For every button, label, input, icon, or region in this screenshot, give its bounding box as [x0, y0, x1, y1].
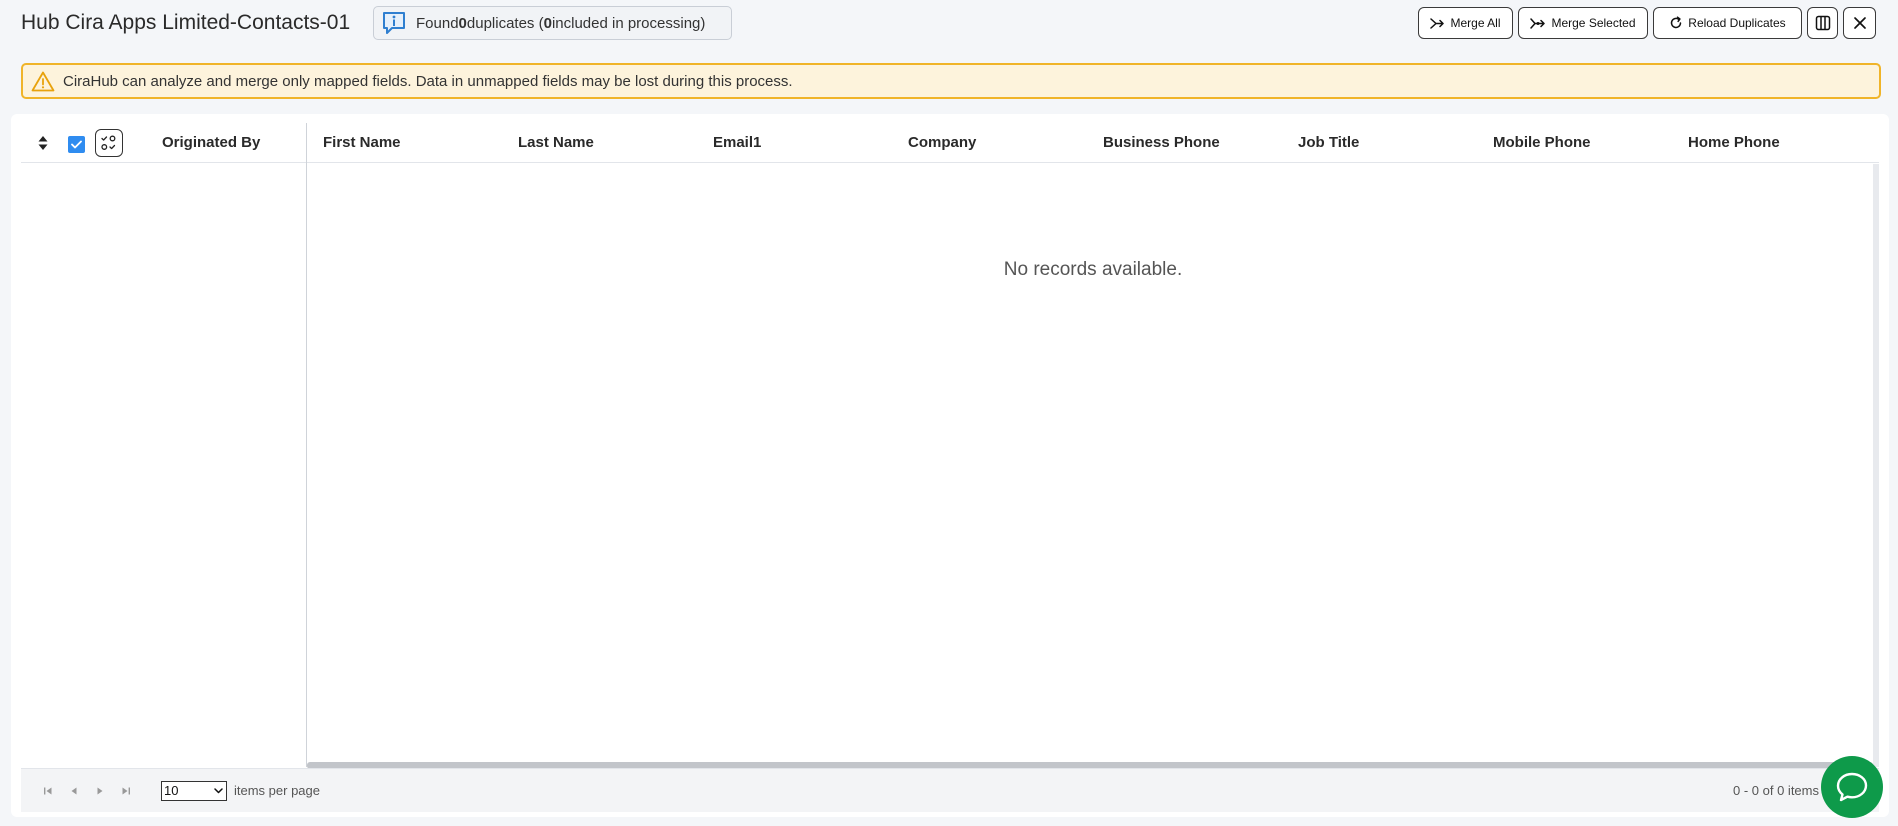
merge-icon — [1430, 17, 1445, 29]
previous-page-icon — [71, 787, 77, 794]
items-per-page-label: items per page — [234, 783, 320, 798]
chat-icon — [1836, 772, 1868, 802]
close-icon — [1853, 17, 1866, 29]
vertical-scrollbar[interactable] — [1873, 164, 1879, 767]
column-business-phone[interactable]: Business Phone — [1103, 123, 1220, 163]
select-all-checkbox[interactable] — [68, 136, 85, 153]
pager: 10 items per page 0 - 0 of 0 items — [21, 768, 1879, 812]
column-last-name[interactable]: Last Name — [518, 123, 594, 163]
no-records-message: No records available. — [1003, 259, 1183, 280]
column-company[interactable]: Company — [908, 123, 976, 163]
info-suffix: included in processing) — [551, 14, 706, 32]
column-first-name[interactable]: First Name — [323, 123, 401, 163]
unmapped-fields-warning: CiraHub can analyze and merge only mappe… — [21, 63, 1881, 99]
merge-all-button[interactable]: Merge All — [1418, 7, 1513, 39]
duplicates-grid: Originated By First Name Last Name Email… — [11, 114, 1889, 817]
reload-duplicates-button[interactable]: Reload Duplicates — [1653, 7, 1802, 39]
first-page-icon — [44, 787, 52, 794]
page-title: Hub Cira Apps Limited-Contacts-01 — [21, 11, 351, 34]
select-mode-button[interactable] — [95, 129, 123, 157]
close-button[interactable] — [1843, 7, 1876, 39]
info-middle: duplicates ( — [466, 14, 544, 32]
found-count: 0 — [458, 14, 467, 32]
merge-selected-label: Merge Selected — [1551, 16, 1636, 30]
column-email1[interactable]: Email1 — [713, 123, 761, 163]
previous-page-button[interactable] — [61, 778, 87, 804]
pager-range: 0 - 0 of 0 items — [1733, 783, 1819, 798]
info-icon — [383, 12, 405, 34]
merge-selected-button[interactable]: Merge Selected — [1518, 7, 1648, 39]
select-mode-icon — [101, 135, 116, 150]
page-header: Hub Cira Apps Limited-Contacts-01 Found … — [0, 0, 1898, 46]
column-originated-by[interactable]: Originated By — [162, 123, 260, 163]
locked-column-divider — [306, 123, 307, 767]
merge-all-label: Merge All — [1450, 16, 1501, 30]
columns-icon — [1815, 15, 1830, 31]
column-mobile-phone[interactable]: Mobile Phone — [1493, 123, 1591, 163]
warning-icon — [31, 71, 55, 91]
next-page-button[interactable] — [87, 778, 113, 804]
last-page-icon — [122, 787, 130, 794]
info-prefix: Found — [416, 14, 459, 32]
page-size-value: 10 — [164, 783, 179, 798]
chat-button[interactable] — [1821, 756, 1883, 818]
grid-header: Originated By First Name Last Name Email… — [21, 123, 1879, 163]
chevron-down-icon — [214, 787, 223, 793]
reload-icon — [1671, 16, 1682, 29]
last-page-button[interactable] — [113, 778, 139, 804]
columns-button[interactable] — [1807, 7, 1838, 39]
sort-icon[interactable] — [38, 135, 48, 151]
reload-label: Reload Duplicates — [1688, 16, 1786, 30]
page-size-select[interactable]: 10 — [161, 780, 227, 801]
warning-text: CiraHub can analyze and merge only mappe… — [63, 72, 793, 90]
first-page-button[interactable] — [35, 778, 61, 804]
included-count: 0 — [543, 14, 552, 32]
column-job-title[interactable]: Job Title — [1298, 123, 1359, 163]
merge-selected-icon — [1530, 17, 1546, 29]
column-home-phone[interactable]: Home Phone — [1688, 123, 1780, 163]
check-icon — [71, 140, 82, 149]
duplicates-info: Found 0 duplicates (0 included in proces… — [373, 6, 732, 40]
next-page-icon — [97, 787, 103, 794]
